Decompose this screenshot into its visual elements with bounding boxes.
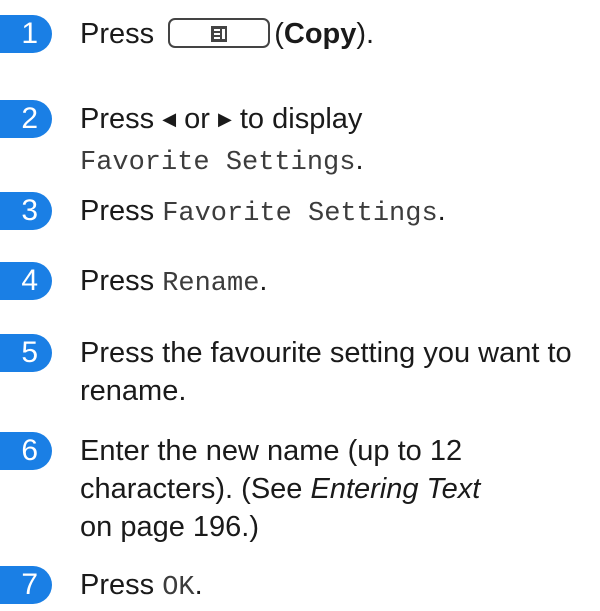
- entering-text-reference: Entering Text: [310, 473, 481, 505]
- step-text: Press (Copy).: [80, 18, 375, 50]
- step-number-badge: 5: [0, 334, 52, 372]
- copy-document-icon: [211, 26, 228, 43]
- right-arrow-icon: ▶: [217, 109, 232, 129]
- step-text: Press ◀ or ▶ to display Favorite Setting…: [80, 103, 364, 178]
- copy-key-button[interactable]: [168, 18, 271, 49]
- ok-button-label: OK: [162, 573, 195, 603]
- rename-button-label: Rename: [162, 269, 260, 299]
- step-number-badge: 7: [0, 566, 52, 604]
- copy-label: Copy: [283, 18, 357, 50]
- setting-name: Favorite Settings: [80, 148, 356, 178]
- step-text: Press Rename.: [80, 265, 268, 299]
- left-arrow-icon: ◀: [162, 109, 177, 129]
- step-number-badge: 6: [0, 432, 52, 470]
- step-text: Press OK.: [80, 569, 203, 603]
- step-number-badge: 4: [0, 262, 52, 300]
- step-text: Enter the new name (up to 12 characters)…: [80, 435, 481, 543]
- step-number-badge: 1: [0, 15, 52, 53]
- step-text: Press the favourite setting you want to …: [80, 337, 572, 407]
- step-number-badge: 3: [0, 192, 52, 230]
- step-text: Press Favorite Settings.: [80, 195, 446, 229]
- step-number-badge: 2: [0, 100, 52, 138]
- favorite-settings-button-label: Favorite Settings: [162, 199, 438, 229]
